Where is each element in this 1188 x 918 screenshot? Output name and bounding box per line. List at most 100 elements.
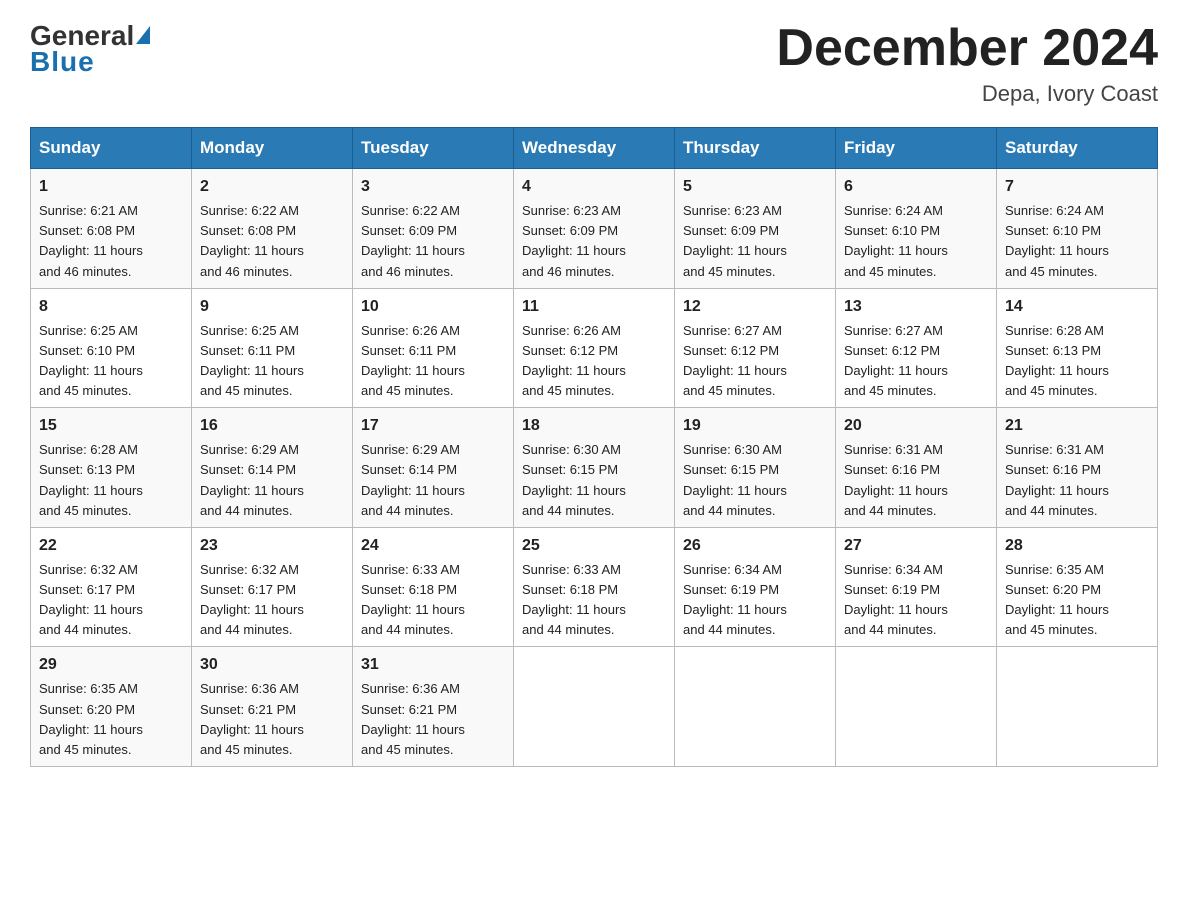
- calendar-cell: 31 Sunrise: 6:36 AMSunset: 6:21 PMDaylig…: [353, 647, 514, 767]
- weekday-header-tuesday: Tuesday: [353, 128, 514, 169]
- day-info: Sunrise: 6:23 AMSunset: 6:09 PMDaylight:…: [683, 203, 787, 278]
- day-info: Sunrise: 6:22 AMSunset: 6:09 PMDaylight:…: [361, 203, 465, 278]
- day-info: Sunrise: 6:21 AMSunset: 6:08 PMDaylight:…: [39, 203, 143, 278]
- day-number: 18: [522, 414, 666, 438]
- calendar-cell: 5 Sunrise: 6:23 AMSunset: 6:09 PMDayligh…: [675, 169, 836, 289]
- day-number: 29: [39, 653, 183, 677]
- calendar-cell: 17 Sunrise: 6:29 AMSunset: 6:14 PMDaylig…: [353, 408, 514, 528]
- day-number: 8: [39, 295, 183, 319]
- day-info: Sunrise: 6:29 AMSunset: 6:14 PMDaylight:…: [200, 442, 304, 517]
- day-number: 27: [844, 534, 988, 558]
- calendar-cell: 14 Sunrise: 6:28 AMSunset: 6:13 PMDaylig…: [997, 288, 1158, 408]
- calendar-cell: 11 Sunrise: 6:26 AMSunset: 6:12 PMDaylig…: [514, 288, 675, 408]
- calendar-cell: [836, 647, 997, 767]
- day-info: Sunrise: 6:24 AMSunset: 6:10 PMDaylight:…: [1005, 203, 1109, 278]
- day-number: 6: [844, 175, 988, 199]
- day-number: 13: [844, 295, 988, 319]
- calendar-cell: 24 Sunrise: 6:33 AMSunset: 6:18 PMDaylig…: [353, 527, 514, 647]
- day-info: Sunrise: 6:36 AMSunset: 6:21 PMDaylight:…: [361, 681, 465, 756]
- calendar-cell: 9 Sunrise: 6:25 AMSunset: 6:11 PMDayligh…: [192, 288, 353, 408]
- logo: General Blue: [30, 20, 150, 78]
- day-info: Sunrise: 6:25 AMSunset: 6:11 PMDaylight:…: [200, 323, 304, 398]
- day-info: Sunrise: 6:32 AMSunset: 6:17 PMDaylight:…: [39, 562, 143, 637]
- calendar-cell: 22 Sunrise: 6:32 AMSunset: 6:17 PMDaylig…: [31, 527, 192, 647]
- calendar-cell: 7 Sunrise: 6:24 AMSunset: 6:10 PMDayligh…: [997, 169, 1158, 289]
- calendar-cell: 4 Sunrise: 6:23 AMSunset: 6:09 PMDayligh…: [514, 169, 675, 289]
- day-number: 5: [683, 175, 827, 199]
- day-info: Sunrise: 6:32 AMSunset: 6:17 PMDaylight:…: [200, 562, 304, 637]
- weekday-header-friday: Friday: [836, 128, 997, 169]
- calendar-cell: 8 Sunrise: 6:25 AMSunset: 6:10 PMDayligh…: [31, 288, 192, 408]
- day-number: 31: [361, 653, 505, 677]
- day-info: Sunrise: 6:26 AMSunset: 6:11 PMDaylight:…: [361, 323, 465, 398]
- calendar-week-3: 15 Sunrise: 6:28 AMSunset: 6:13 PMDaylig…: [31, 408, 1158, 528]
- calendar-table: SundayMondayTuesdayWednesdayThursdayFrid…: [30, 127, 1158, 767]
- day-number: 21: [1005, 414, 1149, 438]
- day-number: 3: [361, 175, 505, 199]
- calendar-week-2: 8 Sunrise: 6:25 AMSunset: 6:10 PMDayligh…: [31, 288, 1158, 408]
- weekday-header-sunday: Sunday: [31, 128, 192, 169]
- day-number: 16: [200, 414, 344, 438]
- day-number: 7: [1005, 175, 1149, 199]
- day-info: Sunrise: 6:27 AMSunset: 6:12 PMDaylight:…: [844, 323, 948, 398]
- day-number: 15: [39, 414, 183, 438]
- day-number: 11: [522, 295, 666, 319]
- title-area: December 2024 Depa, Ivory Coast: [776, 20, 1158, 107]
- day-info: Sunrise: 6:31 AMSunset: 6:16 PMDaylight:…: [844, 442, 948, 517]
- day-info: Sunrise: 6:23 AMSunset: 6:09 PMDaylight:…: [522, 203, 626, 278]
- month-title: December 2024: [776, 20, 1158, 77]
- day-number: 2: [200, 175, 344, 199]
- day-info: Sunrise: 6:31 AMSunset: 6:16 PMDaylight:…: [1005, 442, 1109, 517]
- calendar-cell: 26 Sunrise: 6:34 AMSunset: 6:19 PMDaylig…: [675, 527, 836, 647]
- day-number: 22: [39, 534, 183, 558]
- weekday-header-wednesday: Wednesday: [514, 128, 675, 169]
- weekday-header-row: SundayMondayTuesdayWednesdayThursdayFrid…: [31, 128, 1158, 169]
- day-number: 17: [361, 414, 505, 438]
- calendar-cell: 16 Sunrise: 6:29 AMSunset: 6:14 PMDaylig…: [192, 408, 353, 528]
- day-info: Sunrise: 6:28 AMSunset: 6:13 PMDaylight:…: [39, 442, 143, 517]
- day-info: Sunrise: 6:30 AMSunset: 6:15 PMDaylight:…: [522, 442, 626, 517]
- calendar-cell: 23 Sunrise: 6:32 AMSunset: 6:17 PMDaylig…: [192, 527, 353, 647]
- calendar-cell: [675, 647, 836, 767]
- calendar-week-4: 22 Sunrise: 6:32 AMSunset: 6:17 PMDaylig…: [31, 527, 1158, 647]
- day-info: Sunrise: 6:34 AMSunset: 6:19 PMDaylight:…: [683, 562, 787, 637]
- calendar-cell: 19 Sunrise: 6:30 AMSunset: 6:15 PMDaylig…: [675, 408, 836, 528]
- day-info: Sunrise: 6:25 AMSunset: 6:10 PMDaylight:…: [39, 323, 143, 398]
- day-info: Sunrise: 6:28 AMSunset: 6:13 PMDaylight:…: [1005, 323, 1109, 398]
- day-number: 28: [1005, 534, 1149, 558]
- day-info: Sunrise: 6:35 AMSunset: 6:20 PMDaylight:…: [39, 681, 143, 756]
- calendar-cell: 25 Sunrise: 6:33 AMSunset: 6:18 PMDaylig…: [514, 527, 675, 647]
- calendar-cell: 18 Sunrise: 6:30 AMSunset: 6:15 PMDaylig…: [514, 408, 675, 528]
- weekday-header-saturday: Saturday: [997, 128, 1158, 169]
- day-number: 24: [361, 534, 505, 558]
- day-info: Sunrise: 6:35 AMSunset: 6:20 PMDaylight:…: [1005, 562, 1109, 637]
- calendar-cell: 28 Sunrise: 6:35 AMSunset: 6:20 PMDaylig…: [997, 527, 1158, 647]
- day-number: 23: [200, 534, 344, 558]
- day-number: 30: [200, 653, 344, 677]
- calendar-week-1: 1 Sunrise: 6:21 AMSunset: 6:08 PMDayligh…: [31, 169, 1158, 289]
- day-number: 20: [844, 414, 988, 438]
- day-info: Sunrise: 6:30 AMSunset: 6:15 PMDaylight:…: [683, 442, 787, 517]
- calendar-cell: 3 Sunrise: 6:22 AMSunset: 6:09 PMDayligh…: [353, 169, 514, 289]
- location: Depa, Ivory Coast: [776, 81, 1158, 107]
- calendar-cell: [514, 647, 675, 767]
- calendar-cell: 6 Sunrise: 6:24 AMSunset: 6:10 PMDayligh…: [836, 169, 997, 289]
- day-number: 4: [522, 175, 666, 199]
- calendar-cell: 20 Sunrise: 6:31 AMSunset: 6:16 PMDaylig…: [836, 408, 997, 528]
- calendar-cell: 10 Sunrise: 6:26 AMSunset: 6:11 PMDaylig…: [353, 288, 514, 408]
- calendar-cell: 12 Sunrise: 6:27 AMSunset: 6:12 PMDaylig…: [675, 288, 836, 408]
- weekday-header-monday: Monday: [192, 128, 353, 169]
- day-info: Sunrise: 6:33 AMSunset: 6:18 PMDaylight:…: [522, 562, 626, 637]
- day-number: 1: [39, 175, 183, 199]
- day-info: Sunrise: 6:36 AMSunset: 6:21 PMDaylight:…: [200, 681, 304, 756]
- day-info: Sunrise: 6:24 AMSunset: 6:10 PMDaylight:…: [844, 203, 948, 278]
- calendar-cell: 21 Sunrise: 6:31 AMSunset: 6:16 PMDaylig…: [997, 408, 1158, 528]
- calendar-cell: 2 Sunrise: 6:22 AMSunset: 6:08 PMDayligh…: [192, 169, 353, 289]
- calendar-cell: 13 Sunrise: 6:27 AMSunset: 6:12 PMDaylig…: [836, 288, 997, 408]
- day-info: Sunrise: 6:26 AMSunset: 6:12 PMDaylight:…: [522, 323, 626, 398]
- calendar-cell: 1 Sunrise: 6:21 AMSunset: 6:08 PMDayligh…: [31, 169, 192, 289]
- day-number: 12: [683, 295, 827, 319]
- day-info: Sunrise: 6:22 AMSunset: 6:08 PMDaylight:…: [200, 203, 304, 278]
- day-number: 25: [522, 534, 666, 558]
- day-number: 10: [361, 295, 505, 319]
